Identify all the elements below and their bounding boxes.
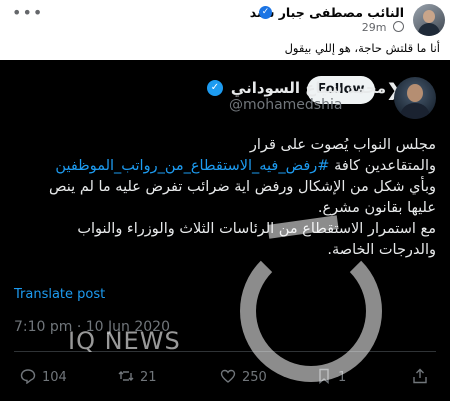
bookmark-action[interactable]: 1 [316,368,346,385]
post-time[interactable]: 29m [362,21,387,34]
share-icon [412,368,428,384]
tweet-author-handle[interactable]: @mohamedshia [229,97,342,113]
tweet-text-line: عليها بقانون مشرع. [317,200,436,216]
tweet-text-line: والدرجات الخاصة. [327,242,436,258]
bookmark-icon [316,368,332,385]
translate-post-link[interactable]: Translate post [14,287,105,302]
tweet-text: مجلس النواب يُصوت على قرار والمتقاعدين ك… [16,135,436,261]
post-author-avatar[interactable] [413,4,445,36]
tweet-text-line: مجلس النواب يُصوت على قرار [249,137,436,153]
tweet-author-avatar[interactable] [394,77,436,119]
more-options-icon[interactable]: ••• [12,3,43,22]
globe-icon [393,21,404,32]
like-count: 250 [242,370,267,385]
tweet-text-line: والمتقاعدين كافة #رفض_فيه_الاستقطاع_من_ر… [16,156,436,177]
post-header: ••• النائب مصطفى جبار سند ✓ 29m [0,0,450,40]
tweet-text-fragment: والمتقاعدين كافة [334,158,436,174]
watermark-text: IQ NEWS [68,327,181,355]
reply-count: 104 [42,370,67,385]
tweet-author-name[interactable]: محمد شياع السوداني [231,79,386,97]
share-action[interactable] [412,368,434,385]
verified-icon: ✓ [259,6,272,19]
post-meta: 29m [0,21,404,34]
repost-count: 21 [140,370,157,385]
tweet-text-line: وبأي شكل من الإشكال ورفض اية ضرائب تفرض … [49,179,436,195]
tweet-text-line: مع استمرار الاستقطاع من الرئاسات الثلاث … [77,221,436,237]
like-action[interactable]: 250 [220,368,267,385]
post-caption: أنا ما قلتش حاجة، هو إللي بيقول [284,41,440,55]
repost-icon [118,368,134,384]
bookmark-count: 1 [338,370,347,385]
repost-action[interactable]: 21 [118,368,157,385]
reply-icon [20,368,36,385]
reply-action[interactable]: 104 [20,368,67,385]
tweet-verified-icon: ✓ [207,80,223,96]
post-author-name[interactable]: النائب مصطفى جبار سند [250,5,404,20]
hashtag-link[interactable]: #رفض_فيه_الاستقطاع_من_رواتب_الموظفين [55,158,329,174]
like-icon [220,368,236,384]
